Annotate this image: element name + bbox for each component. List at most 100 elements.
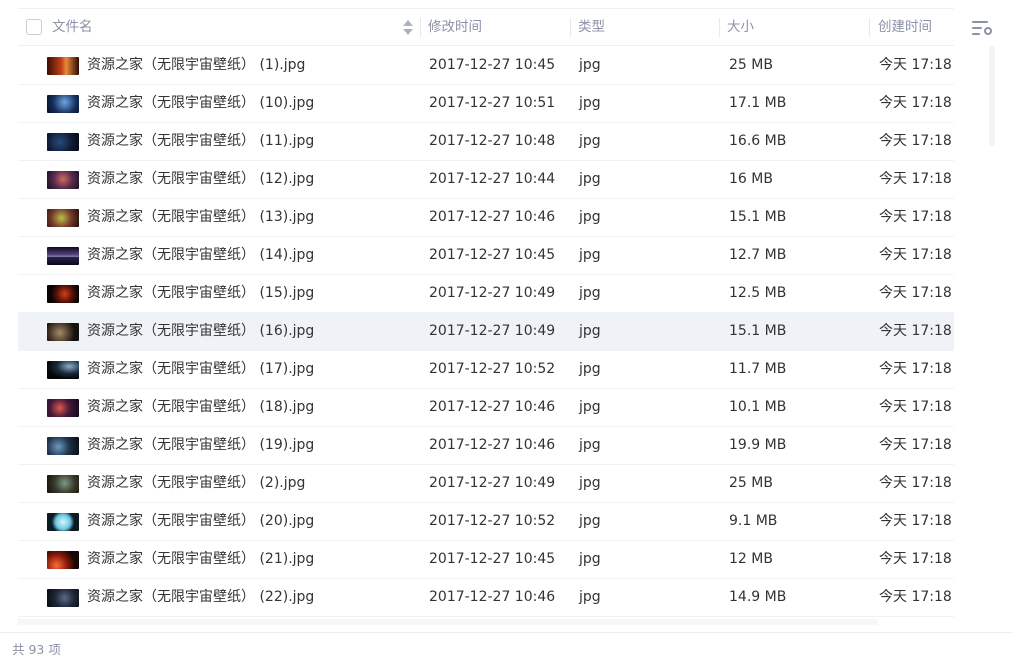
column-settings-icon[interactable] bbox=[972, 19, 992, 37]
file-row[interactable]: 资源之家（无限宇宙壁纸） (13).jpg 2017-12-27 10:46 jpg… bbox=[18, 199, 954, 237]
modified-time: 2017-12-27 10:49 bbox=[429, 323, 556, 339]
file-type: jpg bbox=[579, 399, 601, 415]
file-type: jpg bbox=[579, 171, 601, 187]
select-all-checkbox[interactable] bbox=[26, 19, 42, 35]
file-type: jpg bbox=[579, 95, 601, 111]
file-size: 14.9 MB bbox=[729, 589, 787, 605]
image-thumbnail bbox=[47, 551, 79, 569]
file-type: jpg bbox=[579, 57, 601, 73]
file-row[interactable]: 资源之家（无限宇宙壁纸） (11).jpg 2017-12-27 10:48 jpg… bbox=[18, 123, 954, 161]
modified-time: 2017-12-27 10:49 bbox=[429, 475, 556, 491]
list-fade bbox=[18, 619, 878, 625]
file-row[interactable]: 资源之家（无限宇宙壁纸） (22).jpg 2017-12-27 10:46 jpg… bbox=[18, 579, 954, 617]
file-row[interactable]: 资源之家（无限宇宙壁纸） (17).jpg 2017-12-27 10:52 jpg… bbox=[18, 351, 954, 389]
created-time: 今天 17:18 bbox=[879, 475, 952, 491]
file-name: 资源之家（无限宇宙壁纸） (13).jpg bbox=[87, 209, 315, 225]
file-name: 资源之家（无限宇宙壁纸） (20).jpg bbox=[87, 513, 315, 529]
file-type: jpg bbox=[579, 361, 601, 377]
file-row[interactable]: 资源之家（无限宇宙壁纸） (14).jpg 2017-12-27 10:45 jpg… bbox=[18, 237, 954, 275]
file-row[interactable]: 资源之家（无限宇宙壁纸） (1).jpg 2017-12-27 10:45 jpg 2… bbox=[18, 47, 954, 85]
created-time: 今天 17:18 bbox=[879, 361, 952, 377]
file-size: 12.7 MB bbox=[729, 247, 787, 263]
file-name: 资源之家（无限宇宙壁纸） (22).jpg bbox=[87, 589, 315, 605]
file-row[interactable]: 资源之家（无限宇宙壁纸） (15).jpg 2017-12-27 10:49 jpg… bbox=[18, 275, 954, 313]
created-time: 今天 17:18 bbox=[879, 551, 952, 567]
file-list: 资源之家（无限宇宙壁纸） (1).jpg 2017-12-27 10:45 jpg 2… bbox=[18, 47, 954, 617]
created-time: 今天 17:18 bbox=[879, 247, 952, 263]
image-thumbnail bbox=[47, 171, 79, 189]
file-size: 16.6 MB bbox=[729, 133, 787, 149]
file-type: jpg bbox=[579, 209, 601, 225]
file-size: 12 MB bbox=[729, 551, 773, 567]
created-time: 今天 17:18 bbox=[879, 209, 952, 225]
file-size: 16 MB bbox=[729, 171, 773, 187]
file-type: jpg bbox=[579, 247, 601, 263]
file-name: 资源之家（无限宇宙壁纸） (14).jpg bbox=[87, 247, 315, 263]
column-header-modified[interactable]: 修改时间 bbox=[428, 9, 482, 46]
image-thumbnail bbox=[47, 323, 79, 341]
footer-divider bbox=[0, 632, 1013, 633]
sort-icon[interactable] bbox=[403, 20, 413, 36]
image-thumbnail bbox=[47, 361, 79, 379]
file-type: jpg bbox=[579, 513, 601, 529]
file-row[interactable]: 资源之家（无限宇宙壁纸） (2).jpg 2017-12-27 10:49 jpg 2… bbox=[18, 465, 954, 503]
column-header-created[interactable]: 创建时间 bbox=[878, 9, 932, 46]
file-name: 资源之家（无限宇宙壁纸） (15).jpg bbox=[87, 285, 315, 301]
column-divider[interactable] bbox=[570, 18, 571, 37]
modified-time: 2017-12-27 10:52 bbox=[429, 513, 556, 529]
modified-time: 2017-12-27 10:46 bbox=[429, 399, 556, 415]
column-divider[interactable] bbox=[420, 18, 421, 37]
file-name: 资源之家（无限宇宙壁纸） (17).jpg bbox=[87, 361, 315, 377]
modified-time: 2017-12-27 10:45 bbox=[429, 57, 556, 73]
file-type: jpg bbox=[579, 589, 601, 605]
file-type: jpg bbox=[579, 323, 601, 339]
scrollbar[interactable] bbox=[989, 46, 995, 146]
modified-time: 2017-12-27 10:52 bbox=[429, 361, 556, 377]
modified-time: 2017-12-27 10:49 bbox=[429, 285, 556, 301]
file-row[interactable]: 资源之家（无限宇宙壁纸） (12).jpg 2017-12-27 10:44 jpg… bbox=[18, 161, 954, 199]
file-row[interactable]: 资源之家（无限宇宙壁纸） (10).jpg 2017-12-27 10:51 jpg… bbox=[18, 85, 954, 123]
file-row[interactable]: 资源之家（无限宇宙壁纸） (19).jpg 2017-12-27 10:46 jpg… bbox=[18, 427, 954, 465]
image-thumbnail bbox=[47, 437, 79, 455]
file-row[interactable]: 资源之家（无限宇宙壁纸） (18).jpg 2017-12-27 10:46 jpg… bbox=[18, 389, 954, 427]
column-divider[interactable] bbox=[869, 18, 870, 37]
created-time: 今天 17:18 bbox=[879, 95, 952, 111]
file-type: jpg bbox=[579, 133, 601, 149]
file-size: 25 MB bbox=[729, 57, 773, 73]
file-size: 19.9 MB bbox=[729, 437, 787, 453]
file-row[interactable]: 资源之家（无限宇宙壁纸） (21).jpg 2017-12-27 10:45 jpg… bbox=[18, 541, 954, 579]
file-name: 资源之家（无限宇宙壁纸） (19).jpg bbox=[87, 437, 315, 453]
created-time: 今天 17:18 bbox=[879, 437, 952, 453]
modified-time: 2017-12-27 10:45 bbox=[429, 247, 556, 263]
created-time: 今天 17:18 bbox=[879, 513, 952, 529]
modified-time: 2017-12-27 10:51 bbox=[429, 95, 556, 111]
modified-time: 2017-12-27 10:46 bbox=[429, 209, 556, 225]
modified-time: 2017-12-27 10:48 bbox=[429, 133, 556, 149]
column-header-type[interactable]: 类型 bbox=[578, 9, 605, 46]
file-size: 9.1 MB bbox=[729, 513, 778, 529]
item-count: 共 93 项 bbox=[12, 642, 61, 657]
file-type: jpg bbox=[579, 437, 601, 453]
column-header-name[interactable]: 文件名 bbox=[52, 9, 93, 46]
file-row[interactable]: 资源之家（无限宇宙壁纸） (20).jpg 2017-12-27 10:52 jpg… bbox=[18, 503, 954, 541]
image-thumbnail bbox=[47, 95, 79, 113]
modified-time: 2017-12-27 10:46 bbox=[429, 589, 556, 605]
file-name: 资源之家（无限宇宙壁纸） (16).jpg bbox=[87, 323, 315, 339]
created-time: 今天 17:18 bbox=[879, 285, 952, 301]
file-size: 10.1 MB bbox=[729, 399, 787, 415]
file-row[interactable]: 资源之家（无限宇宙壁纸） (16).jpg 2017-12-27 10:49 jpg… bbox=[18, 313, 954, 351]
image-thumbnail bbox=[47, 133, 79, 151]
image-thumbnail bbox=[47, 513, 79, 531]
created-time: 今天 17:18 bbox=[879, 133, 952, 149]
file-name: 资源之家（无限宇宙壁纸） (12).jpg bbox=[87, 171, 315, 187]
column-header-size[interactable]: 大小 bbox=[727, 9, 754, 46]
file-type: jpg bbox=[579, 551, 601, 567]
file-name: 资源之家（无限宇宙壁纸） (2).jpg bbox=[87, 475, 306, 491]
image-thumbnail bbox=[47, 285, 79, 303]
created-time: 今天 17:18 bbox=[879, 57, 952, 73]
file-name: 资源之家（无限宇宙壁纸） (11).jpg bbox=[87, 133, 315, 149]
column-divider[interactable] bbox=[719, 18, 720, 37]
file-size: 15.1 MB bbox=[729, 209, 787, 225]
file-type: jpg bbox=[579, 475, 601, 491]
file-name: 资源之家（无限宇宙壁纸） (21).jpg bbox=[87, 551, 315, 567]
